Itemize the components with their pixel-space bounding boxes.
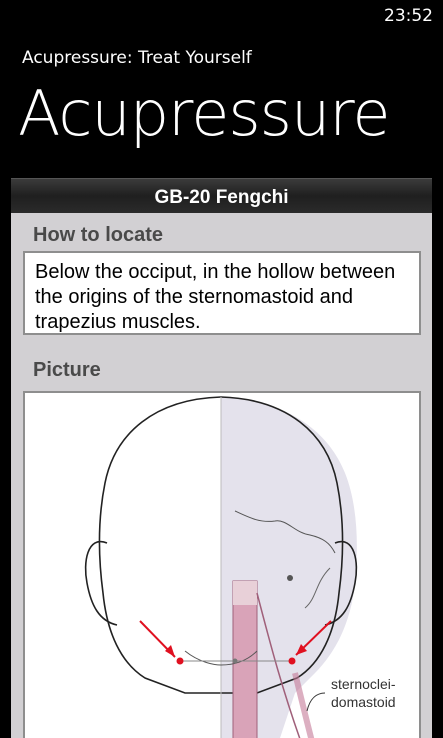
app-title: Acupressure: Treat Yourself <box>22 48 252 68</box>
content-panel[interactable]: GB-20 Fengchi How to locate Below the oc… <box>11 178 432 738</box>
anatomy-picture: sternoclei- domastoid <box>23 391 421 738</box>
anatomy-caption: sternoclei- domastoid <box>331 675 396 711</box>
how-to-locate-heading: How to locate <box>33 224 164 246</box>
picture-heading: Picture <box>33 359 101 381</box>
status-bar: 23:52 <box>0 0 443 32</box>
caption-line-2: domastoid <box>331 694 396 710</box>
point-name-header: GB-20 Fengchi <box>11 178 432 213</box>
clock: 23:52 <box>384 6 433 26</box>
page-title: Acupressure <box>18 77 391 150</box>
locate-description: Below the occiput, in the hollow between… <box>23 251 421 335</box>
caption-line-1: sternoclei- <box>331 676 396 692</box>
